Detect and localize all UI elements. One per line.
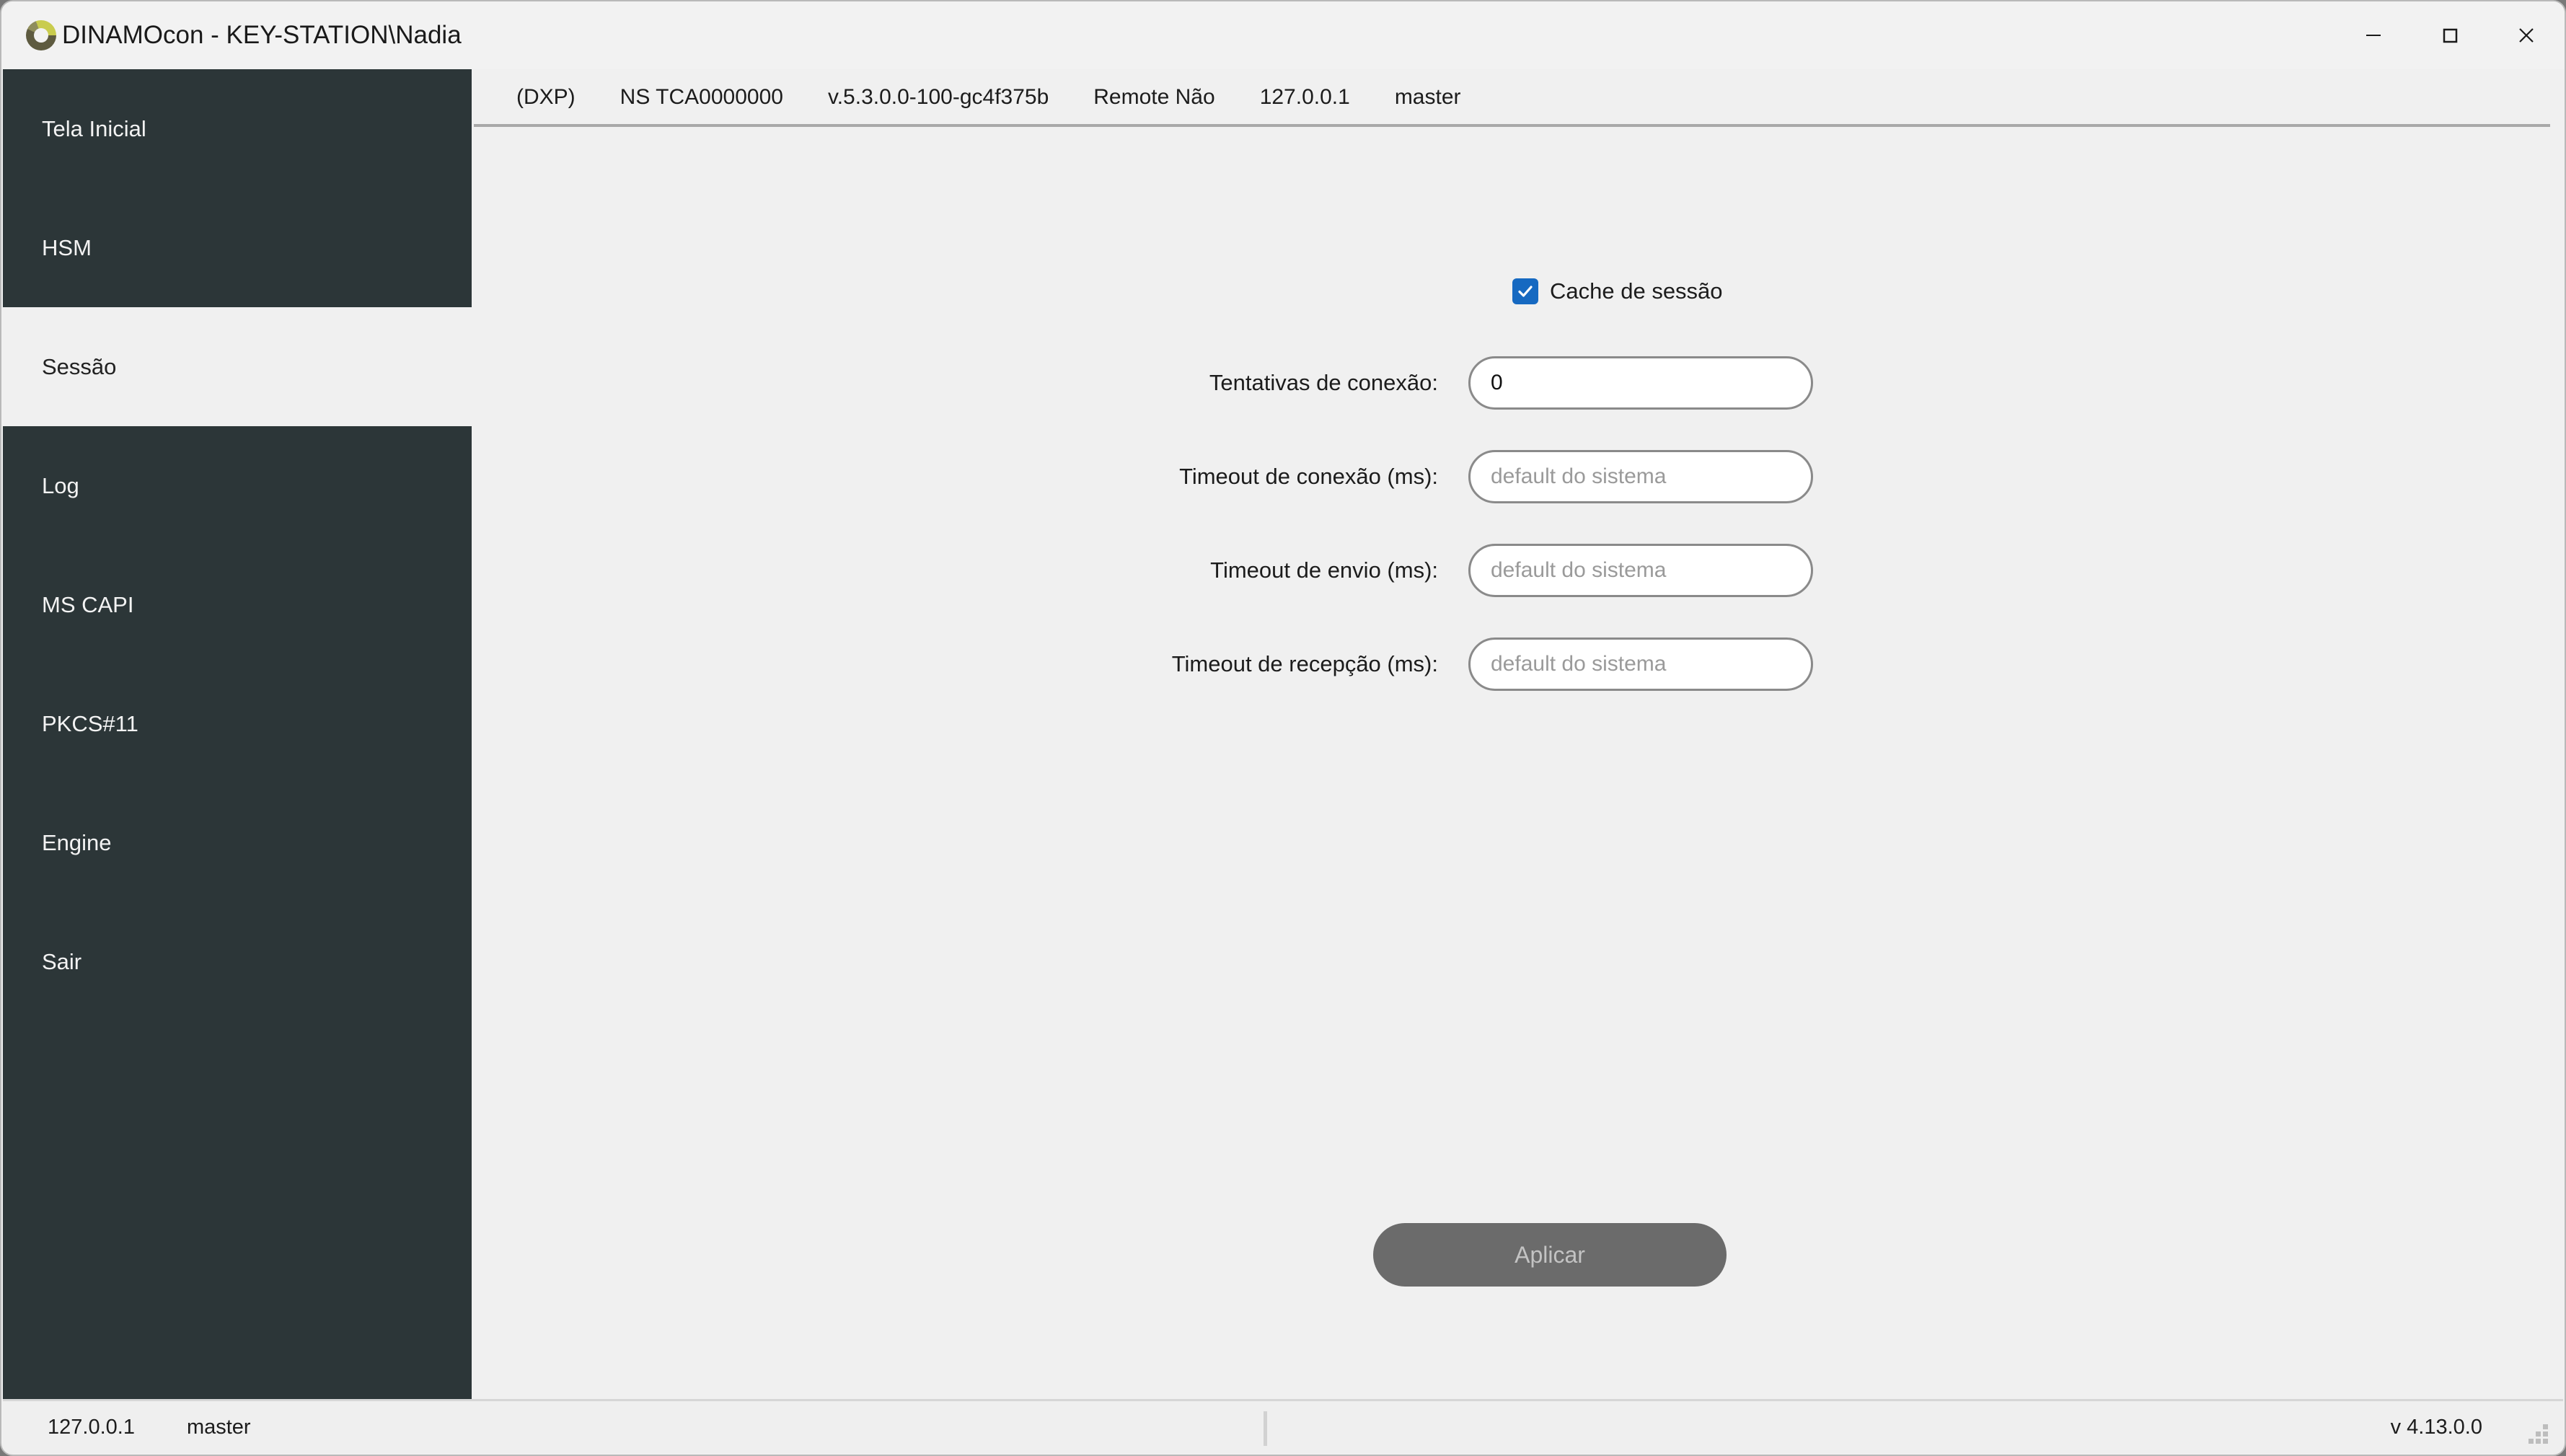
sidebar-item-label: Tela Inicial	[42, 115, 146, 141]
resize-grip-icon[interactable]	[2528, 1424, 2549, 1444]
apply-button-wrap: Aplicar	[1373, 1223, 1727, 1287]
sidebar-item-label: Sessão	[42, 353, 117, 379]
field-label-timeout-conexao: Timeout de conexão (ms):	[1179, 464, 1438, 489]
window-controls	[2335, 1, 2565, 69]
main-content: Cache de sessão Tentativas de conexão: T…	[472, 127, 2563, 1399]
sidebar-item-label: MS CAPI	[42, 591, 134, 617]
maximize-button[interactable]	[2412, 1, 2488, 69]
info-user: master	[1394, 85, 1461, 109]
info-mode: (DXP)	[516, 85, 576, 109]
field-row-timeout-envio: Timeout de envio (ms):	[472, 544, 1878, 597]
application-window: DINAMOcon - KEY-STATION\Nadia Tela Inici…	[0, 0, 2566, 1456]
sidebar-item-hsm[interactable]: HSM	[3, 188, 472, 307]
sidebar-item-ms-capi[interactable]: MS CAPI	[3, 545, 472, 664]
sidebar-item-label: PKCS#11	[42, 710, 138, 736]
timeout-conexao-input[interactable]	[1468, 450, 1813, 503]
ring-logo-icon	[26, 20, 56, 50]
field-label-tentativas: Tentativas de conexão:	[1209, 370, 1438, 395]
minimize-icon	[2366, 35, 2381, 36]
field-label-timeout-envio: Timeout de envio (ms):	[1210, 557, 1438, 583]
timeout-envio-input[interactable]	[1468, 544, 1813, 597]
timeout-recepcao-input[interactable]	[1468, 637, 1813, 691]
field-row-timeout-recepcao: Timeout de recepção (ms):	[472, 637, 1878, 691]
check-icon	[1518, 286, 1533, 297]
info-remote: Remote Não	[1093, 85, 1215, 109]
cache-session-label: Cache de sessão	[1550, 278, 1723, 304]
status-version: v 4.13.0.0	[2390, 1415, 2482, 1439]
cache-session-row[interactable]: Cache de sessão	[1512, 278, 1723, 304]
title-bar-left: DINAMOcon - KEY-STATION\Nadia	[1, 20, 462, 50]
info-version: v.5.3.0.0-100-gc4f375b	[827, 85, 1049, 109]
sidebar: Tela Inicial HSM Sessão Log MS CAPI PKCS…	[3, 69, 472, 1399]
info-serial: NS TCA0000000	[620, 85, 783, 109]
sidebar-item-label: HSM	[42, 234, 92, 260]
sidebar-item-label: Log	[42, 472, 79, 498]
status-bar-divider	[1264, 1411, 1267, 1446]
close-icon	[2519, 28, 2534, 43]
status-bar-left: 127.0.0.1 master	[3, 1416, 251, 1439]
status-user: master	[186, 1415, 251, 1439]
sidebar-item-label: Sair	[42, 948, 82, 974]
sidebar-item-pkcs11[interactable]: PKCS#11	[3, 664, 472, 783]
field-row-timeout-conexao: Timeout de conexão (ms):	[472, 450, 1878, 503]
sidebar-item-log[interactable]: Log	[3, 426, 472, 545]
apply-button[interactable]: Aplicar	[1373, 1223, 1727, 1287]
connection-info-bar: (DXP) NS TCA0000000 v.5.3.0.0-100-gc4f37…	[472, 69, 2563, 125]
sidebar-item-sessao[interactable]: Sessão	[3, 307, 472, 426]
tentativas-conexao-input[interactable]	[1468, 356, 1813, 410]
info-address: 127.0.0.1	[1259, 85, 1350, 109]
close-button[interactable]	[2488, 1, 2565, 69]
maximize-icon	[2443, 28, 2458, 43]
status-bar: 127.0.0.1 master v 4.13.0.0	[3, 1399, 2563, 1453]
field-label-timeout-recepcao: Timeout de recepção (ms):	[1171, 651, 1438, 676]
cache-session-checkbox[interactable]	[1512, 278, 1538, 304]
sidebar-item-sair[interactable]: Sair	[3, 902, 472, 1021]
sidebar-item-engine[interactable]: Engine	[3, 783, 472, 902]
sidebar-item-label: Engine	[42, 829, 112, 855]
title-bar: DINAMOcon - KEY-STATION\Nadia	[1, 1, 2565, 69]
status-address: 127.0.0.1	[48, 1415, 135, 1439]
minimize-button[interactable]	[2335, 1, 2412, 69]
window-title: DINAMOcon - KEY-STATION\Nadia	[62, 21, 462, 49]
sidebar-item-tela-inicial[interactable]: Tela Inicial	[3, 69, 472, 188]
field-row-tentativas: Tentativas de conexão:	[472, 356, 1878, 410]
